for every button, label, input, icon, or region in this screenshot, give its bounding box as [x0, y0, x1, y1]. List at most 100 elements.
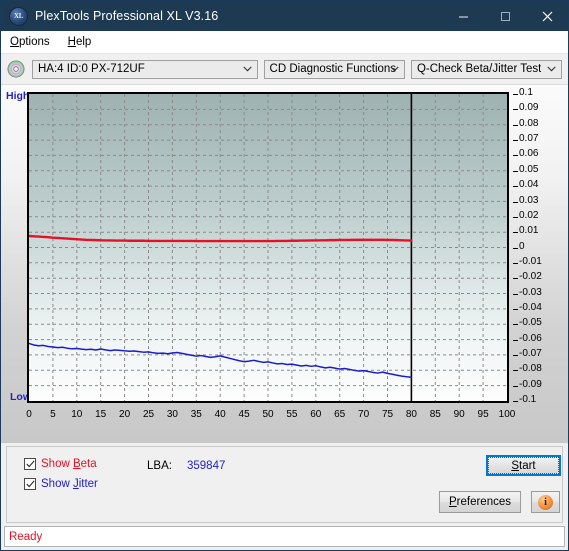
x-tick-label: 80 — [405, 409, 417, 420]
function-select-value: CD Diagnostic Functions — [269, 63, 397, 75]
x-tick-label: 40 — [214, 409, 226, 420]
show-beta-label: Show Beta — [41, 458, 97, 470]
x-tick-label: 90 — [453, 409, 465, 420]
y-tick-label: -0.09 — [519, 378, 542, 390]
y-tick-mark — [513, 339, 518, 341]
status-bar: Ready — [4, 526, 565, 547]
menu-bar: Options Help — [1, 31, 568, 54]
info-icon: i — [538, 494, 553, 510]
info-button[interactable]: i — [531, 491, 560, 513]
axis-label-high: High — [6, 90, 30, 102]
show-beta-checkbox[interactable] — [24, 458, 36, 470]
preferences-button-label: Preferences — [448, 496, 511, 508]
chart-panel: High Low 0.1 0.09 0.08 0.07 0.06 0.05 0.04 0.03… — [1, 84, 568, 443]
plot-svg — [29, 94, 507, 401]
x-tick-label: 75 — [381, 409, 394, 420]
x-tick-label: 5 — [50, 409, 56, 420]
x-tick-label: 65 — [334, 409, 346, 420]
y-tick-mark — [513, 155, 518, 157]
chart-area: High Low 0.1 0.09 0.08 0.07 0.06 0.05 0.04 0.03… — [1, 85, 568, 443]
window-controls — [442, 1, 568, 31]
plot-canvas — [27, 92, 509, 403]
y-tick-label: -0.05 — [519, 317, 542, 329]
y-tick-mark — [513, 94, 518, 95]
chevron-down-icon — [547, 61, 556, 78]
y-tick-mark — [513, 124, 518, 126]
chevron-down-icon — [242, 61, 252, 78]
toolbar: HA:4 ID:0 PX-712UF CD Diagnostic Functio… — [1, 54, 568, 84]
drive-select[interactable]: HA:4 ID:0 PX-712UF — [32, 59, 258, 79]
minimize-icon[interactable] — [442, 1, 484, 31]
y-tick-label: 0.1 — [519, 87, 533, 98]
menu-item-help-label: elp — [75, 36, 92, 48]
x-tick-label: 30 — [166, 409, 178, 420]
y-tick-label: -0.03 — [519, 286, 542, 298]
y-tick-label: 0 — [519, 240, 525, 252]
lba-value: 359847 — [187, 460, 226, 472]
test-select[interactable]: Q-Check Beta/Jitter Test — [410, 59, 563, 79]
menu-item-options[interactable]: Options — [1, 34, 59, 50]
maximize-icon[interactable] — [484, 1, 526, 31]
window-title: PlexTools Professional XL V3.16 — [35, 9, 219, 23]
y-tick-label: 0.06 — [519, 148, 539, 160]
function-select[interactable]: CD Diagnostic Functions — [263, 59, 405, 79]
y-tick-mark — [513, 401, 518, 402]
x-tick-label: 70 — [358, 409, 370, 420]
y-tick-mark — [513, 293, 518, 295]
y-tick-label: 0.08 — [519, 117, 539, 129]
y-tick-mark — [513, 232, 518, 234]
x-tick-label: 85 — [429, 409, 441, 420]
preferences-button[interactable]: Preferences — [439, 491, 521, 513]
y-tick-mark — [513, 308, 518, 310]
y-tick-label: 0.03 — [519, 194, 539, 206]
x-tick-label: 95 — [477, 409, 489, 420]
x-tick-label: 60 — [310, 409, 322, 420]
y-tick-label: -0.01 — [519, 255, 542, 267]
y-tick-label: 0.02 — [519, 209, 539, 221]
show-jitter-checkbox[interactable] — [24, 478, 36, 490]
x-tick-label: 10 — [71, 409, 83, 420]
lba-label: LBA: — [147, 460, 172, 472]
x-tick-label: 15 — [95, 409, 107, 420]
y-tick-label: 0.07 — [519, 133, 539, 144]
show-beta-row[interactable]: Show Beta — [24, 458, 97, 470]
y-tick-mark — [513, 186, 518, 188]
y-tick-label: -0.08 — [519, 363, 542, 375]
y-tick-mark — [513, 247, 518, 249]
y-tick-mark — [513, 324, 518, 326]
x-tick-label: 50 — [262, 409, 274, 420]
x-tick-label: 20 — [119, 409, 131, 420]
x-tick-label: 35 — [190, 409, 202, 420]
y-tick-mark — [513, 109, 518, 111]
x-axis-ticks: 0 5 10 15 20 25 30 35 40 45 50 55 60 65 70 75 80 85 90 95 10… — [1, 407, 569, 427]
y-tick-mark — [513, 262, 518, 264]
y-tick-mark — [513, 170, 518, 172]
y-axis-ticks: 0.1 0.09 0.08 0.07 0.06 0.05 0.04 0.03 0.02 0.01 0… — [513, 85, 569, 415]
x-tick-label: 100 — [498, 409, 516, 420]
show-jitter-label: Show Jitter — [41, 478, 98, 490]
start-button-label: Start — [511, 459, 536, 472]
x-tick-label: 55 — [286, 409, 298, 420]
disc-icon — [7, 60, 25, 78]
y-tick-mark — [513, 354, 518, 356]
menu-item-help[interactable]: Help — [59, 34, 101, 50]
test-select-value: Q-Check Beta/Jitter Test — [416, 63, 542, 75]
status-text: Ready — [9, 530, 43, 543]
start-button-focus: Start — [488, 457, 559, 474]
y-tick-label: -0.06 — [519, 332, 542, 344]
y-tick-label: -0.07 — [519, 347, 542, 359]
chevron-down-icon — [390, 61, 399, 78]
y-tick-mark — [513, 278, 518, 280]
app-logo-icon: XL — [10, 7, 27, 25]
show-jitter-row[interactable]: Show Jitter — [24, 478, 98, 490]
x-tick-label: 25 — [142, 409, 155, 420]
y-tick-label: 0.05 — [519, 163, 539, 175]
y-tick-mark — [513, 201, 518, 203]
start-button[interactable]: Start — [486, 455, 561, 476]
y-tick-label: -0.1 — [519, 394, 537, 405]
y-tick-mark — [513, 216, 518, 218]
y-tick-mark — [513, 385, 518, 387]
y-tick-label: 0.04 — [519, 179, 539, 191]
x-tick-label: 45 — [238, 409, 250, 420]
close-icon[interactable] — [526, 1, 568, 31]
